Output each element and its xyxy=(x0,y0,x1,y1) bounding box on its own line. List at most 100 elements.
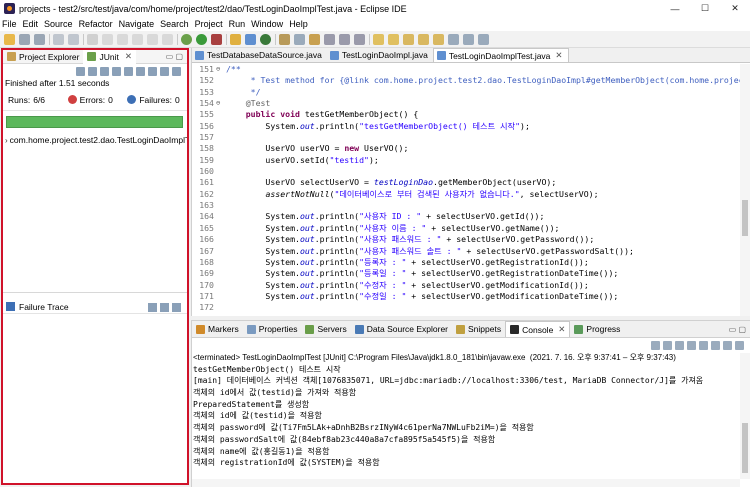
filter-stack-icon[interactable] xyxy=(148,303,157,312)
tree-item[interactable]: › com.home.project.test2.dao.TestLoginDa… xyxy=(3,134,187,146)
menu-refactor[interactable]: Refactor xyxy=(79,19,113,29)
new-package-icon[interactable] xyxy=(245,33,256,45)
menu-search[interactable]: Search xyxy=(160,19,189,29)
perspective-icon[interactable] xyxy=(463,33,474,45)
tab-snippets[interactable]: Snippets xyxy=(452,321,505,337)
save-all-icon[interactable] xyxy=(34,33,45,45)
tab-progress[interactable]: Progress xyxy=(570,321,624,337)
new-java-project-icon[interactable] xyxy=(230,33,241,45)
console-scrollbar-thumb[interactable] xyxy=(742,423,748,473)
next-failure-icon[interactable] xyxy=(76,66,85,76)
tab-console[interactable]: Console ✕ xyxy=(505,321,571,337)
last-edit-icon[interactable] xyxy=(403,33,414,45)
view-menu-icon[interactable] xyxy=(172,66,181,76)
resume-icon[interactable] xyxy=(102,33,113,45)
terminate-icon[interactable] xyxy=(132,33,143,45)
code-line[interactable]: 154 ⊖ @Test xyxy=(192,98,740,109)
code-line[interactable]: 167 System.out.println("사용자 패스워드 솔트 : " … xyxy=(192,246,740,257)
code-line[interactable]: 166 System.out.println("사용자 패스워드 : " + s… xyxy=(192,234,740,245)
show-whitespace-icon[interactable] xyxy=(354,33,365,45)
code-line[interactable]: 170 System.out.println("수정자 : " + select… xyxy=(192,280,740,291)
view-minimize-maximize-icon[interactable]: ▭ ▢ xyxy=(729,325,746,334)
code-line[interactable]: 171 System.out.println("수정일 : " + select… xyxy=(192,291,740,302)
code-line[interactable]: 159 userVO.setId("testid"); xyxy=(192,155,740,166)
code-line[interactable]: 158 UserVO userVO = new UserVO(); xyxy=(192,143,740,154)
close-icon[interactable]: ✕ xyxy=(555,50,562,61)
code-line[interactable]: 164 System.out.println("사용자 ID : " + sel… xyxy=(192,211,740,222)
pin-editor-icon[interactable] xyxy=(448,33,459,45)
open-task-icon[interactable] xyxy=(309,33,320,45)
forward-icon[interactable] xyxy=(433,33,444,45)
tab-project-explorer[interactable]: Project Explorer xyxy=(3,50,83,64)
toggle-block-icon[interactable] xyxy=(339,33,350,45)
new-icon[interactable] xyxy=(4,33,15,45)
menu-project[interactable]: Project xyxy=(195,19,223,29)
console-scrollbar[interactable] xyxy=(740,353,750,479)
stop-icon[interactable] xyxy=(148,66,157,76)
menu-file[interactable]: File xyxy=(2,19,17,29)
menu-run[interactable]: Run xyxy=(229,19,246,29)
code-line[interactable]: 162 assertNotNull("데이터베이스로 부터 검색된 사용자가 없… xyxy=(192,189,740,200)
save-icon[interactable] xyxy=(19,33,30,45)
back-icon[interactable] xyxy=(418,33,429,45)
code-line[interactable]: 168 System.out.println("등록자 : " + select… xyxy=(192,257,740,268)
view-minimize-maximize-icon[interactable]: ▭ ▢ xyxy=(166,52,183,61)
close-icon[interactable]: ✕ xyxy=(558,324,565,335)
console-hscrollbar[interactable] xyxy=(192,479,740,487)
new-class-icon[interactable] xyxy=(260,33,271,45)
code-line[interactable]: 157 xyxy=(192,132,740,143)
menu-navigate[interactable]: Navigate xyxy=(119,19,155,29)
fold-marker-icon[interactable]: ⊖ xyxy=(216,64,226,75)
scroll-lock-icon[interactable] xyxy=(112,66,121,76)
panel-splitter[interactable] xyxy=(3,292,187,293)
show-failures-only-icon[interactable] xyxy=(100,66,109,76)
code-line[interactable]: 152 * Test method for {@link com.home.pr… xyxy=(192,75,740,86)
previous-annotation-icon[interactable] xyxy=(388,33,399,45)
java-perspective-icon[interactable] xyxy=(478,33,489,45)
tab-markers[interactable]: Markers xyxy=(192,321,243,337)
code-area[interactable]: 151 ⊖/** 152 * Test method for {@link com.… xyxy=(192,64,740,316)
tab-test-login-dao-impl-test[interactable]: TestLoginDaoImplTest.java ✕ xyxy=(432,48,569,62)
minimize-button[interactable]: — xyxy=(660,0,690,17)
external-tools-icon[interactable] xyxy=(211,33,222,45)
maximize-button[interactable]: ☐ xyxy=(690,0,720,17)
search-icon[interactable] xyxy=(294,33,305,45)
editor-scrollbar[interactable] xyxy=(740,64,750,316)
terminate-icon[interactable] xyxy=(651,340,660,350)
display-console-icon[interactable] xyxy=(723,340,732,350)
editor-scrollbar-thumb[interactable] xyxy=(742,200,748,236)
rerun-test-icon[interactable] xyxy=(124,66,133,76)
code-line[interactable]: 172 xyxy=(192,302,740,313)
tab-test-database-data-source[interactable]: TestDatabaseDataSource.java xyxy=(192,48,327,62)
step-over-icon[interactable] xyxy=(162,33,173,45)
tab-junit[interactable]: JUnit ✕ xyxy=(83,49,136,64)
close-icon[interactable]: ✕ xyxy=(125,51,132,62)
mark-occurrences-icon[interactable] xyxy=(324,33,335,45)
step-into-icon[interactable] xyxy=(147,33,158,45)
scroll-lock-icon[interactable] xyxy=(687,340,696,350)
suspend-icon[interactable] xyxy=(117,33,128,45)
open-console-icon[interactable] xyxy=(735,340,744,350)
code-line[interactable]: 155 public void testGetMemberObject() { xyxy=(192,109,740,120)
menu-edit[interactable]: Edit xyxy=(23,19,39,29)
terminal-icon[interactable] xyxy=(68,33,79,45)
run-icon[interactable] xyxy=(196,33,207,45)
tab-properties[interactable]: Properties xyxy=(243,321,302,337)
word-wrap-icon[interactable] xyxy=(699,340,708,350)
menu-help[interactable]: Help xyxy=(289,19,308,29)
menu-source[interactable]: Source xyxy=(44,19,73,29)
code-line[interactable]: 161 UserVO selectUserVO = testLoginDao.g… xyxy=(192,177,740,188)
pin-console-icon[interactable] xyxy=(711,340,720,350)
menu-window[interactable]: Window xyxy=(251,19,283,29)
tab-data-source-explorer[interactable]: Data Source Explorer xyxy=(351,321,452,337)
code-line[interactable]: 151 ⊖/** xyxy=(192,64,740,75)
previous-failure-icon[interactable] xyxy=(88,66,97,76)
copy-trace-icon[interactable] xyxy=(172,303,181,312)
remove-launch-icon[interactable] xyxy=(663,340,672,350)
skip-breakpoints-icon[interactable] xyxy=(87,33,98,45)
code-line[interactable]: 160 xyxy=(192,166,740,177)
test-run-history-icon[interactable] xyxy=(160,66,169,76)
open-type-icon[interactable] xyxy=(279,33,290,45)
build-icon[interactable] xyxy=(53,33,64,45)
fold-marker-icon[interactable]: ⊖ xyxy=(216,98,226,109)
